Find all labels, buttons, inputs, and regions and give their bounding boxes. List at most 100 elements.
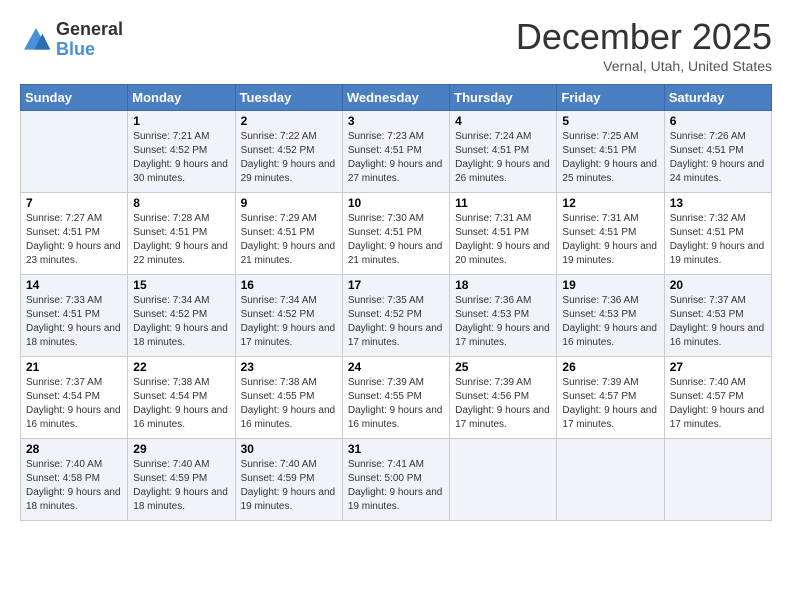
day-info: Sunrise: 7:31 AMSunset: 4:51 PMDaylight:… <box>455 212 551 268</box>
sunset-text: Sunset: 4:51 PM <box>348 226 444 240</box>
day-number: 7 <box>26 196 122 210</box>
sunrise-text: Sunrise: 7:38 AM <box>133 376 229 390</box>
daylight-text: Daylight: 9 hours and 21 minutes. <box>241 240 337 268</box>
daylight-text: Daylight: 9 hours and 16 minutes. <box>241 404 337 432</box>
sunrise-text: Sunrise: 7:24 AM <box>455 130 551 144</box>
day-number: 16 <box>241 278 337 292</box>
day-number: 8 <box>133 196 229 210</box>
daylight-text: Daylight: 9 hours and 16 minutes. <box>133 404 229 432</box>
calendar-cell: 16 Sunrise: 7:34 AMSunset: 4:52 PMDayligh… <box>235 275 342 357</box>
calendar-cell: 26Sunrise: 7:39 AMSunset: 4:57 PMDayligh… <box>557 357 664 439</box>
day-info: Sunrise: 7:36 AMSunset: 4:53 PMDaylight:… <box>455 294 551 350</box>
sunset-text: Sunset: 4:51 PM <box>26 308 122 322</box>
sunset-text: Sunset: 4:52 PM <box>241 144 337 158</box>
sunrise-text: Sunrise: 7:33 AM <box>26 294 122 308</box>
calendar-cell: 13Sunrise: 7:32 AMSunset: 4:51 PMDayligh… <box>664 193 771 275</box>
day-info: Sunrise: 7:26 AMSunset: 4:51 PMDaylight:… <box>670 130 766 186</box>
sunset-text: Sunset: 4:53 PM <box>455 308 551 322</box>
day-number: 29 <box>133 442 229 456</box>
sunset-text: Sunset: 4:54 PM <box>26 390 122 404</box>
sunset-text: Sunset: 4:55 PM <box>348 390 444 404</box>
daylight-text: Daylight: 9 hours and 19 minutes. <box>241 486 337 514</box>
sunrise-text: Sunrise: 7:32 AM <box>670 212 766 226</box>
day-number: 25 <box>455 360 551 374</box>
calendar-cell: 20Sunrise: 7:37 AMSunset: 4:53 PMDayligh… <box>664 275 771 357</box>
daylight-text: Daylight: 9 hours and 26 minutes. <box>455 158 551 186</box>
calendar-cell: 28Sunrise: 7:40 AMSunset: 4:58 PMDayligh… <box>21 439 128 521</box>
day-info: Sunrise: 7:32 AMSunset: 4:51 PMDaylight:… <box>670 212 766 268</box>
day-info: Sunrise: 7:34 AMSunset: 4:52 PMDaylight:… <box>241 294 337 350</box>
day-number: 27 <box>670 360 766 374</box>
day-number: 31 <box>348 442 444 456</box>
calendar-cell: 9Sunrise: 7:29 AMSunset: 4:51 PMDaylight… <box>235 193 342 275</box>
daylight-text: Daylight: 9 hours and 19 minutes. <box>670 240 766 268</box>
day-info: Sunrise: 7:40 AMSunset: 4:57 PMDaylight:… <box>670 376 766 432</box>
day-info: Sunrise: 7:40 AMSunset: 4:59 PMDaylight:… <box>241 458 337 514</box>
sunset-text: Sunset: 4:51 PM <box>670 226 766 240</box>
daylight-text: Daylight: 9 hours and 19 minutes. <box>348 486 444 514</box>
day-info: Sunrise: 7:28 AMSunset: 4:51 PMDaylight:… <box>133 212 229 268</box>
calendar-cell: 18 Sunrise: 7:36 AMSunset: 4:53 PMDayligh… <box>450 275 557 357</box>
logo: General Blue <box>20 20 123 60</box>
day-info: Sunrise: 7:33 AMSunset: 4:51 PMDaylight:… <box>26 294 122 350</box>
calendar-cell: 19Sunrise: 7:36 AMSunset: 4:53 PMDayligh… <box>557 275 664 357</box>
calendar-cell: 15Sunrise: 7:34 AMSunset: 4:52 PMDayligh… <box>128 275 235 357</box>
day-number: 4 <box>455 114 551 128</box>
sunrise-text: Sunrise: 7:34 AM <box>133 294 229 308</box>
sunrise-text: Sunrise: 7:40 AM <box>670 376 766 390</box>
calendar-cell: 6 Sunrise: 7:26 AMSunset: 4:51 PMDaylight… <box>664 111 771 193</box>
day-number: 18 <box>455 278 551 292</box>
sunrise-text: Sunrise: 7:23 AM <box>348 130 444 144</box>
day-info: Sunrise: 7:31 AMSunset: 4:51 PMDaylight:… <box>562 212 658 268</box>
sunset-text: Sunset: 4:57 PM <box>670 390 766 404</box>
daylight-text: Daylight: 9 hours and 21 minutes. <box>348 240 444 268</box>
calendar-body: 1Sunrise: 7:21 AMSunset: 4:52 PMDaylight… <box>21 111 772 521</box>
calendar-cell: 3Sunrise: 7:23 AMSunset: 4:51 PMDaylight… <box>342 111 449 193</box>
page: General Blue December 2025 Vernal, Utah,… <box>0 0 792 612</box>
sunset-text: Sunset: 4:51 PM <box>455 226 551 240</box>
title-area: December 2025 Vernal, Utah, United State… <box>516 16 772 74</box>
daylight-text: Daylight: 9 hours and 18 minutes. <box>133 322 229 350</box>
daylight-text: Daylight: 9 hours and 22 minutes. <box>133 240 229 268</box>
daylight-text: Daylight: 9 hours and 27 minutes. <box>348 158 444 186</box>
sunset-text: Sunset: 4:51 PM <box>455 144 551 158</box>
calendar-week-2: 7Sunrise: 7:27 AMSunset: 4:51 PMDaylight… <box>21 193 772 275</box>
calendar-cell: 11Sunrise: 7:31 AMSunset: 4:51 PMDayligh… <box>450 193 557 275</box>
day-number: 20 <box>670 278 766 292</box>
sunrise-text: Sunrise: 7:40 AM <box>26 458 122 472</box>
daylight-text: Daylight: 9 hours and 17 minutes. <box>455 404 551 432</box>
daylight-text: Daylight: 9 hours and 17 minutes. <box>455 322 551 350</box>
sunset-text: Sunset: 4:57 PM <box>562 390 658 404</box>
day-info: Sunrise: 7:21 AMSunset: 4:52 PMDaylight:… <box>133 130 229 186</box>
sunset-text: Sunset: 4:56 PM <box>455 390 551 404</box>
daylight-text: Daylight: 9 hours and 17 minutes. <box>348 322 444 350</box>
day-info: Sunrise: 7:30 AMSunset: 4:51 PMDaylight:… <box>348 212 444 268</box>
day-info: Sunrise: 7:24 AMSunset: 4:51 PMDaylight:… <box>455 130 551 186</box>
daylight-text: Daylight: 9 hours and 25 minutes. <box>562 158 658 186</box>
daylight-text: Daylight: 9 hours and 17 minutes. <box>562 404 658 432</box>
day-number: 24 <box>348 360 444 374</box>
day-info: Sunrise: 7:25 AMSunset: 4:51 PMDaylight:… <box>562 130 658 186</box>
sunrise-text: Sunrise: 7:28 AM <box>133 212 229 226</box>
col-sunday: Sunday <box>21 85 128 111</box>
day-number: 19 <box>562 278 658 292</box>
logo-text: General Blue <box>56 20 123 60</box>
sunrise-text: Sunrise: 7:37 AM <box>26 376 122 390</box>
sunset-text: Sunset: 4:51 PM <box>562 144 658 158</box>
calendar-cell: 24Sunrise: 7:39 AMSunset: 4:55 PMDayligh… <box>342 357 449 439</box>
day-info: Sunrise: 7:39 AMSunset: 4:56 PMDaylight:… <box>455 376 551 432</box>
calendar-cell: 27 Sunrise: 7:40 AMSunset: 4:57 PMDayligh… <box>664 357 771 439</box>
daylight-text: Daylight: 9 hours and 19 minutes. <box>562 240 658 268</box>
sunrise-text: Sunrise: 7:21 AM <box>133 130 229 144</box>
logo-blue: Blue <box>56 40 123 60</box>
sunrise-text: Sunrise: 7:34 AM <box>241 294 337 308</box>
sunset-text: Sunset: 4:51 PM <box>26 226 122 240</box>
sunset-text: Sunset: 4:53 PM <box>670 308 766 322</box>
day-info: Sunrise: 7:29 AMSunset: 4:51 PMDaylight:… <box>241 212 337 268</box>
calendar-cell: 8 Sunrise: 7:28 AMSunset: 4:51 PMDaylight… <box>128 193 235 275</box>
calendar-cell <box>664 439 771 521</box>
sunrise-text: Sunrise: 7:27 AM <box>26 212 122 226</box>
sunrise-text: Sunrise: 7:25 AM <box>562 130 658 144</box>
daylight-text: Daylight: 9 hours and 17 minutes. <box>241 322 337 350</box>
day-number: 6 <box>670 114 766 128</box>
